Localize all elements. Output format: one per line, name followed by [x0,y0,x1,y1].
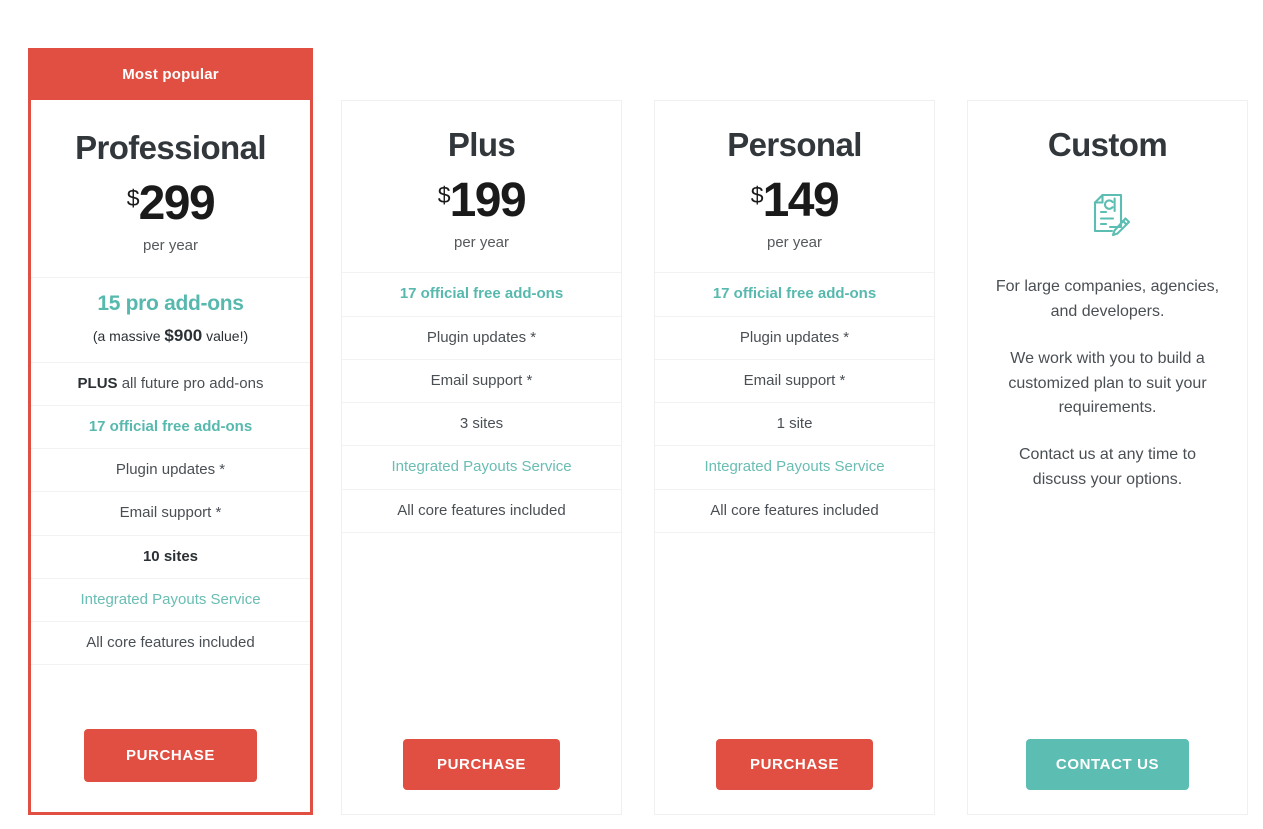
plan-title: Personal [727,126,862,163]
plan-card-personal[interactable]: Personal $149 per year 17 official free … [654,100,935,815]
feature-item: 17 official free add-ons [31,406,310,450]
feature-strong-text: 10 sites [142,547,199,565]
most-popular-label: Most popular [122,65,219,83]
feature-list-professional: 15 pro add-ons (a massive $900 value!) P… [31,278,310,666]
plan-card-inner: Personal $149 per year 17 official free … [655,101,934,814]
feature-item: Plugin updates * [655,317,934,360]
price-amount: 149 [762,174,840,228]
integrated-payouts-link[interactable]: Integrated Payouts Service [391,458,571,475]
plan-card-professional[interactable]: Professional $299 per year 15 pro add-on… [28,48,313,815]
feature-item[interactable]: Integrated Payouts Service [342,446,621,490]
feature-item: 3 sites [342,403,621,447]
custom-paragraph: Contact us at any time to discuss your o… [1019,446,1196,489]
currency-symbol: $ [750,182,764,209]
feature-accent-text: 17 official free add-ons [712,285,877,303]
cta-area: PURCHASE [31,729,310,812]
plan-price: $299 [31,180,310,228]
feature-list-personal: 17 official free add-ons Plugin updates … [655,273,934,533]
invoice-edit-icon [994,189,1221,241]
plan-header-professional: Professional $299 per year [31,100,310,279]
feature-item: Plugin updates * [31,449,310,493]
plan-header-plus: Plus $199 per year [342,101,621,274]
feature-item: 1 site [655,403,934,447]
feature-item: PLUS all future pro add-ons [31,363,310,406]
plan-card-inner: Professional $299 per year 15 pro add-on… [31,100,310,812]
feature-item: Email support * [655,360,934,404]
price-amount: 299 [138,177,216,231]
feature-list-plus: 17 official free add-ons Plugin updates … [342,273,621,533]
price-period: per year [453,234,510,252]
feature-sub-post: value!) [202,327,249,344]
feature-item[interactable]: Integrated Payouts Service [31,579,310,623]
feature-accent-text: 17 official free add-ons [399,285,564,303]
cta-area: CONTACT US [968,739,1247,814]
cta-area: PURCHASE [342,739,621,814]
plan-title: Professional [75,129,266,166]
feature-rest: all future pro add-ons [117,374,264,392]
price-amount: 199 [449,174,527,228]
feature-sub-pre: (a massive [92,327,165,344]
feature-accent-text: 17 official free add-ons [88,417,253,435]
feature-item: All core features included [655,490,934,533]
feature-item: 17 official free add-ons [342,273,621,317]
currency-symbol: $ [126,185,140,212]
plan-header-custom: Custom [968,101,1247,177]
feature-item: Email support * [342,360,621,404]
plan-price: $149 [655,177,934,225]
feature-item[interactable]: Integrated Payouts Service [655,446,934,490]
custom-paragraph: For large companies, agencies, and devel… [995,278,1220,321]
integrated-payouts-link[interactable]: Integrated Payouts Service [80,591,260,608]
plan-card-inner: Custom For large companies, agencies, an… [968,101,1247,814]
currency-symbol: $ [437,182,451,209]
feature-item: 10 sites [31,536,310,579]
custom-paragraph: We work with you to build a customized p… [1008,349,1207,417]
plan-title: Plus [447,126,516,163]
feature-item: 15 pro add-ons (a massive $900 value!) [31,278,310,363]
plan-card-inner: Plus $199 per year 17 official free add-… [342,101,621,814]
price-period: per year [766,234,823,252]
feature-item: Plugin updates * [342,317,621,360]
feature-strong-prefix: PLUS [77,374,118,392]
custom-plan-body: For large companies, agencies, and devel… [968,177,1247,515]
integrated-payouts-link[interactable]: Integrated Payouts Service [704,458,884,475]
purchase-button-professional[interactable]: PURCHASE [84,729,257,782]
pricing-table: Most popular Professional $299 per year … [0,0,1263,829]
plan-card-custom[interactable]: Custom For large companies, agencies, an… [967,100,1248,815]
feature-item: 17 official free add-ons [655,273,934,317]
plan-card-plus[interactable]: Plus $199 per year 17 official free add-… [341,100,622,815]
feature-headline: 15 pro add-ons [97,292,244,316]
most-popular-badge: Most popular [28,48,313,100]
cta-area: PURCHASE [655,739,934,814]
feature-sub-value: $900 [164,325,203,345]
price-period: per year [142,237,199,255]
feature-subline: (a massive $900 value!) [41,325,300,348]
purchase-button-personal[interactable]: PURCHASE [716,739,873,790]
purchase-button-plus[interactable]: PURCHASE [403,739,560,790]
feature-item: All core features included [31,622,310,666]
contact-us-button[interactable]: CONTACT US [1025,739,1190,790]
plan-price: $199 [342,177,621,225]
feature-item: All core features included [342,490,621,533]
plan-header-personal: Personal $149 per year [655,101,934,274]
plan-title: Custom [1047,126,1168,163]
feature-item: Email support * [31,492,310,536]
